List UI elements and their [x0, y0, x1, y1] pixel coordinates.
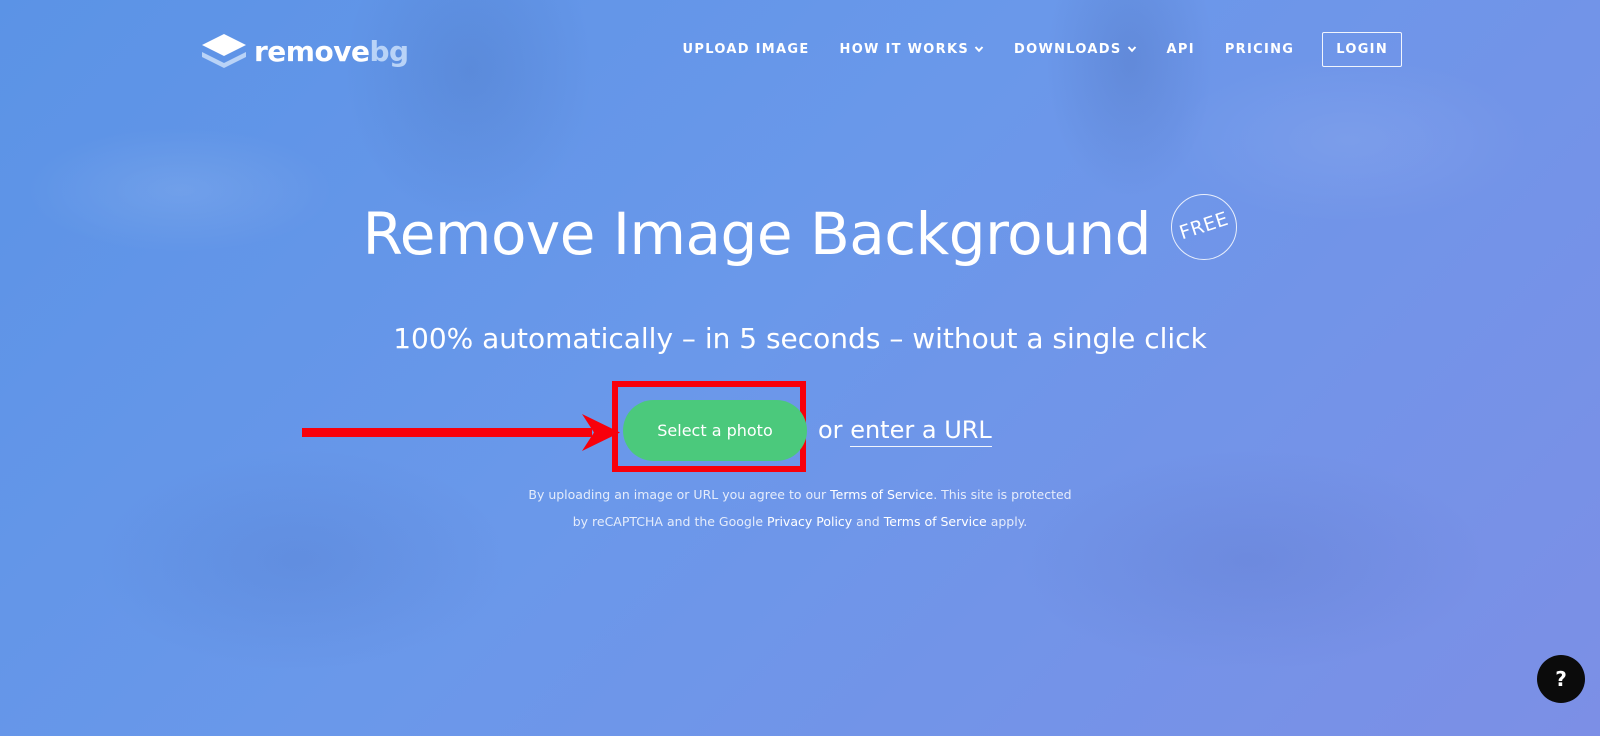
privacy-policy-link[interactable]: Privacy Policy [767, 514, 852, 529]
nav-api-label: API [1166, 41, 1195, 57]
logo[interactable]: removebg [200, 32, 409, 72]
hero-title-row: Remove Image Background FREE [0, 194, 1600, 268]
login-button[interactable]: LOGIN [1322, 31, 1402, 67]
terms-text: By uploading an image or URL you agree t… [528, 487, 827, 502]
terms-line-2: by reCAPTCHA and the Google Privacy Poli… [0, 508, 1600, 535]
nav-how-it-works[interactable]: HOW IT WORKS [840, 42, 984, 57]
nav-downloads[interactable]: DOWNLOADS [1014, 42, 1137, 57]
google-terms-link[interactable]: Terms of Service [884, 514, 987, 529]
nav-downloads-label: DOWNLOADS [1014, 41, 1122, 57]
enter-url-link[interactable]: enter a URL [850, 416, 992, 447]
terms-text: and [856, 514, 880, 529]
help-button[interactable]: ? [1537, 655, 1585, 703]
terms-line-1: By uploading an image or URL you agree t… [0, 481, 1600, 508]
logo-word-bg: bg [369, 35, 409, 68]
nav-upload-image[interactable]: UPLOAD IMAGE [683, 42, 810, 57]
free-badge-label: FREE [1177, 207, 1232, 245]
hero-subtitle: 100% automatically – in 5 seconds – with… [393, 322, 1207, 355]
site-header: removebg UPLOAD IMAGE HOW IT WORKS DOWNL… [0, 0, 1600, 100]
nav-upload-image-label: UPLOAD IMAGE [682, 41, 810, 57]
login-label: LOGIN [1336, 41, 1388, 57]
terms-of-service-link[interactable]: Terms of Service [830, 487, 933, 502]
chevron-down-icon [1127, 46, 1136, 53]
nav-how-it-works-label: HOW IT WORKS [839, 41, 969, 57]
url-option: or enter a URL [818, 416, 992, 447]
select-photo-button[interactable]: Select a photo [623, 400, 807, 461]
or-text: or [818, 416, 843, 444]
logo-word-remove: remove [254, 35, 370, 68]
logo-text: removebg [254, 32, 409, 72]
nav-pricing-label: PRICING [1224, 41, 1295, 57]
terms-text: by reCAPTCHA and the Google [572, 514, 764, 529]
layers-icon [202, 34, 246, 68]
main-nav: UPLOAD IMAGE HOW IT WORKS DOWNLOADS API … [653, 31, 1402, 67]
nav-pricing[interactable]: PRICING [1225, 42, 1294, 57]
terms-notice: By uploading an image or URL you agree t… [0, 481, 1600, 535]
red-arrow-annotation [302, 414, 620, 451]
free-badge: FREE [1171, 194, 1238, 260]
terms-text: . This site is protected [933, 487, 1072, 502]
chevron-down-icon [974, 46, 984, 53]
page-title: Remove Image Background [362, 200, 1152, 268]
background-photo [0, 0, 1600, 736]
nav-api[interactable]: API [1167, 42, 1195, 57]
terms-text: apply. [990, 514, 1028, 529]
